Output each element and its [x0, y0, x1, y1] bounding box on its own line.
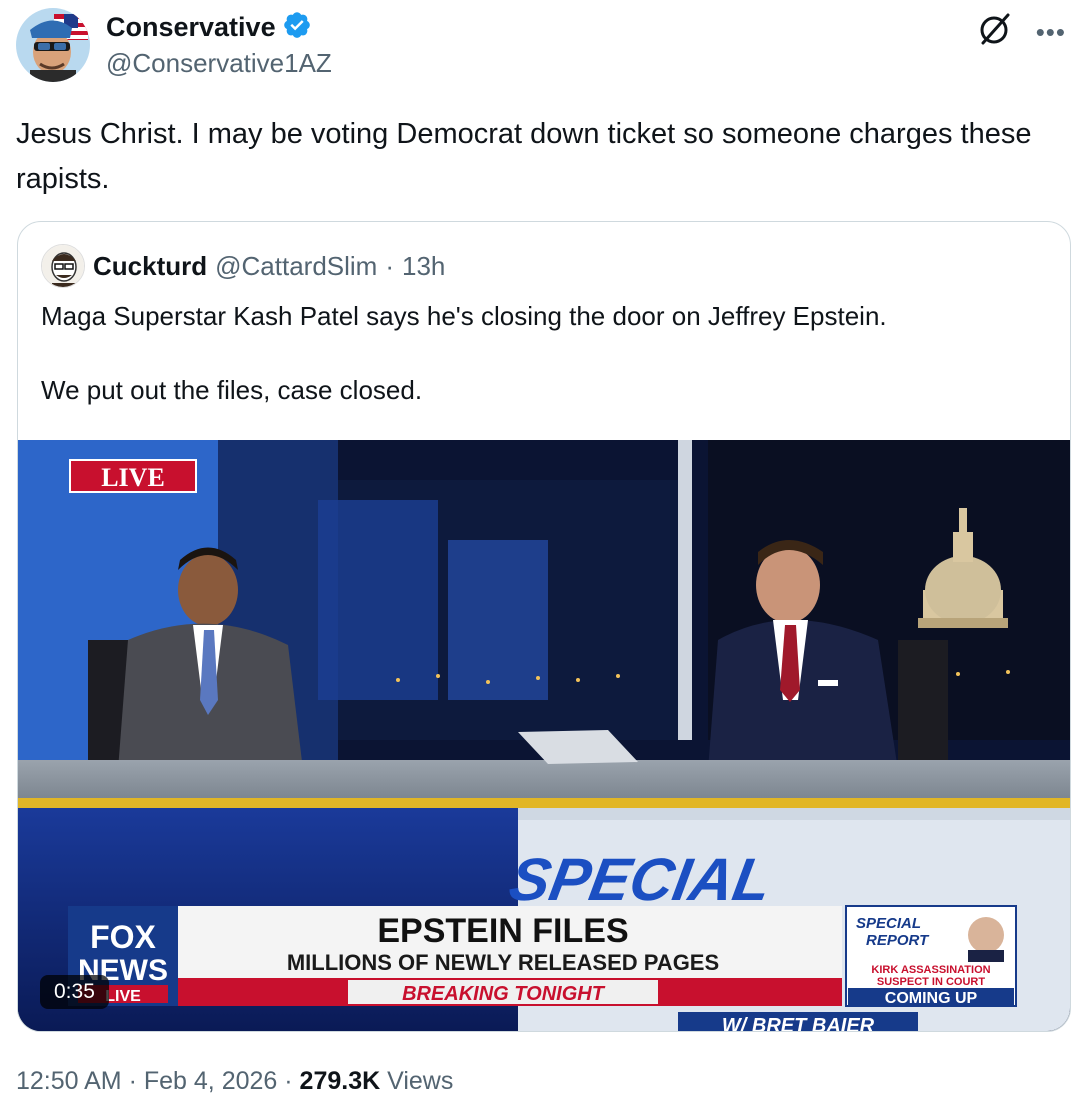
promo-line-2: SUSPECT IN COURT	[877, 976, 985, 988]
post-time[interactable]: 12:50 AM	[16, 1067, 122, 1095]
set-sign: SPECIAL	[505, 845, 777, 912]
quoted-age[interactable]: 13h	[402, 251, 445, 282]
views-label: Views	[387, 1067, 454, 1095]
verified-badge-icon	[282, 10, 312, 45]
quoted-paragraph-1: Maga Superstar Kash Patel says he's clos…	[41, 301, 887, 331]
quoted-separator: ·	[385, 250, 395, 281]
grok-icon[interactable]	[978, 12, 1012, 51]
quoted-text: Maga Superstar Kash Patel says he's clos…	[41, 298, 1041, 446]
post-meta: 12:50 AM · Feb 4, 2026 · 279.3K Views	[16, 1067, 453, 1096]
promo-title-1: SPECIAL	[856, 915, 921, 932]
promo-title-2: REPORT	[866, 932, 930, 949]
promo-line-1: KIRK ASSASSINATION	[871, 964, 990, 976]
author-display-name[interactable]: Conservative	[106, 12, 276, 43]
author-handle[interactable]: @Conservative1AZ	[106, 48, 332, 79]
subheadline: MILLIONS OF NEWLY RELEASED PAGES	[287, 950, 719, 975]
author-avatar[interactable]	[16, 8, 90, 82]
headline: EPSTEIN FILES	[377, 912, 628, 950]
promo-coming-up: COMING UP	[885, 990, 978, 1007]
more-icon[interactable]: •••	[1036, 19, 1066, 45]
quoted-post[interactable]: Cuckturd @CattardSlim · 13h Maga Superst…	[17, 221, 1071, 1032]
fox-logo-line1: FOX	[90, 919, 156, 955]
quoted-display-name[interactable]: Cuckturd	[93, 251, 207, 282]
quoted-author-avatar[interactable]	[41, 244, 85, 288]
breaking-banner: BREAKING TONIGHT	[402, 983, 606, 1005]
video-player[interactable]: LIVE SPECIAL FOX NEWS LIVE EPSTEIN FILES…	[18, 440, 1070, 1032]
meta-separator: ·	[284, 1067, 293, 1095]
host-credit: W/ BRET BAIER	[722, 1015, 875, 1032]
quoted-paragraph-2: We put out the files, case closed.	[41, 375, 423, 405]
tweet-text: Jesus Christ. I may be voting Democrat d…	[16, 118, 1032, 195]
meta-separator: ·	[128, 1067, 137, 1095]
fox-logo-line3: LIVE	[105, 988, 141, 1005]
video-frame: LIVE SPECIAL FOX NEWS LIVE EPSTEIN FILES…	[18, 440, 1070, 1032]
post-date[interactable]: Feb 4, 2026	[144, 1067, 277, 1095]
views-count: 279.3K	[299, 1067, 381, 1095]
live-badge: LIVE	[101, 463, 165, 492]
video-duration: 0:35	[40, 975, 109, 1009]
quoted-handle[interactable]: @CattardSlim	[215, 251, 377, 282]
